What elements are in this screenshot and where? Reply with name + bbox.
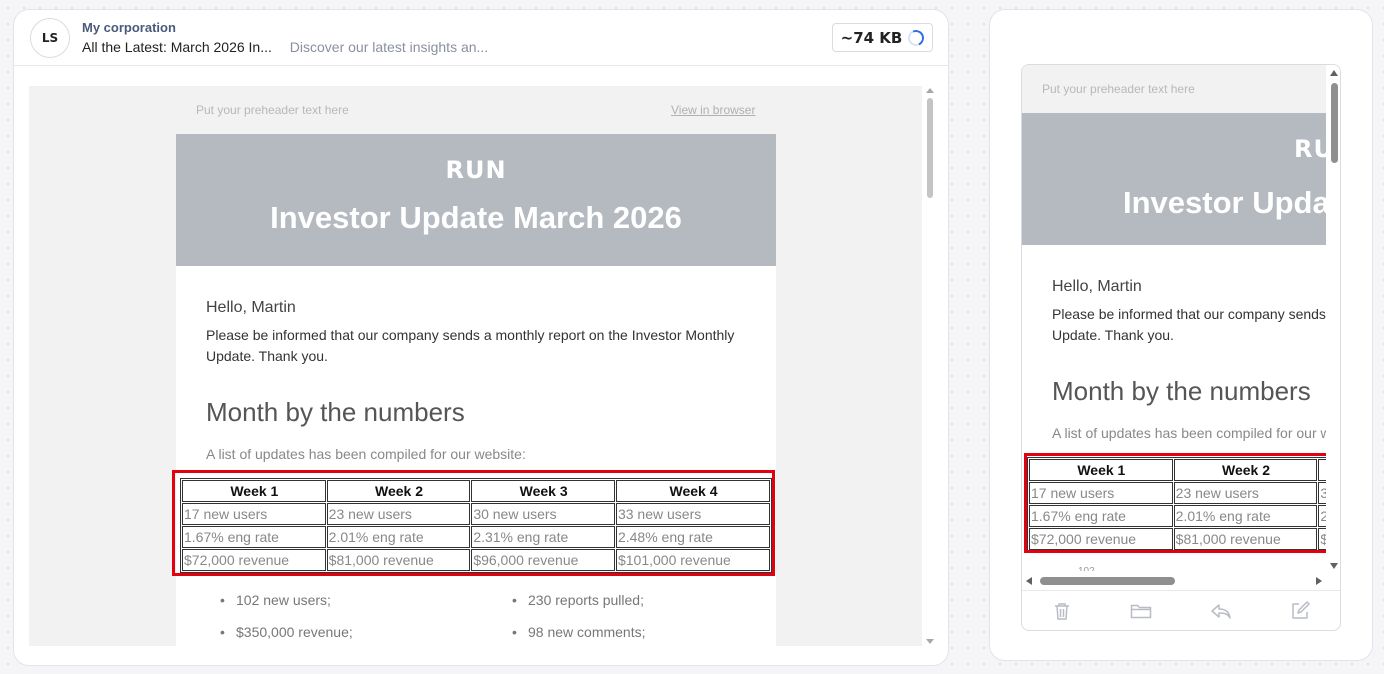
greeting: Hello, Martin	[206, 299, 296, 316]
mobile-greeting: Hello, Martin	[1052, 278, 1142, 295]
sender-name: My corporation	[82, 20, 176, 35]
subject-line: All the Latest: March 2026 In... Discove…	[82, 39, 488, 55]
preview-text: Discover our latest insights an...	[289, 39, 489, 55]
message-header: LS My corporation All the Latest: March …	[14, 10, 948, 66]
mobile-table-highlight-box	[1024, 453, 1326, 553]
mobile-mail-toolbar	[1022, 590, 1340, 630]
scroll-down-icon[interactable]	[926, 639, 934, 644]
intro-paragraph: Please be informed that our company send…	[206, 327, 735, 364]
scroll-thumb[interactable]	[1040, 577, 1175, 585]
size-badge[interactable]: ~74 KB	[832, 23, 933, 52]
preheader-text: Put your preheader text here	[196, 103, 349, 117]
subject-text: All the Latest: March 2026 In...	[82, 39, 272, 55]
list-item: 102 new users;	[206, 592, 486, 624]
size-value: ~74 KB	[840, 28, 903, 47]
mobile-email-viewport[interactable]: Put your preheader text here RU Investor…	[1022, 65, 1326, 571]
bullet-list-right: 230 reports pulled; 98 new comments;	[498, 592, 758, 646]
view-in-browser-link[interactable]: View in browser	[671, 103, 755, 117]
scroll-right-icon[interactable]	[1316, 577, 1322, 585]
mobile-intro-paragraph: Please be informed that our company send…	[1052, 304, 1326, 346]
avatar: LS	[30, 18, 70, 58]
bullet-list-left: 102 new users; $350,000 revenue;	[206, 592, 486, 646]
reply-icon	[1211, 604, 1231, 619]
move-to-folder-button[interactable]	[1126, 596, 1156, 626]
mobile-cut-off-text: 102	[1078, 567, 1095, 572]
compose-icon	[1292, 601, 1310, 619]
list-intro: A list of updates has been compiled for …	[206, 446, 526, 462]
reply-button[interactable]	[1206, 596, 1236, 626]
scroll-thumb[interactable]	[1331, 83, 1338, 163]
mobile-intro-line-2: Update. Thank you.	[1052, 327, 1174, 343]
mobile-section-title: Month by the numbers	[1052, 376, 1311, 406]
mobile-email-title: Investor Upda	[1123, 185, 1326, 220]
section-title: Month by the numbers	[206, 397, 465, 427]
delete-button[interactable]	[1047, 596, 1077, 626]
desktop-vertical-scrollbar[interactable]	[925, 86, 935, 646]
desktop-email-viewport[interactable]: Put your preheader text here View in bro…	[29, 86, 922, 646]
scroll-up-icon[interactable]	[1330, 70, 1338, 76]
compose-button[interactable]	[1285, 596, 1315, 626]
loading-spinner-icon	[906, 27, 927, 48]
scroll-up-icon[interactable]	[926, 88, 934, 93]
list-item: $350,000 revenue;	[206, 624, 486, 646]
mobile-list-intro: A list of updates has been compiled for …	[1052, 425, 1326, 441]
brand-logo: RUN	[445, 156, 507, 184]
mobile-vertical-scrollbar[interactable]	[1326, 65, 1340, 571]
mobile-brand-logo: RU	[1294, 135, 1326, 163]
scroll-down-icon[interactable]	[1330, 563, 1338, 569]
trash-icon	[1054, 603, 1069, 620]
desktop-preview-card: LS My corporation All the Latest: March …	[13, 9, 949, 666]
mobile-horizontal-scrollbar[interactable]	[1022, 573, 1326, 589]
mobile-intro-line-1: Please be informed that our company send…	[1052, 306, 1326, 322]
email-banner: RUN Investor Update March 2026	[176, 134, 776, 266]
list-item: 98 new comments;	[498, 624, 758, 646]
scroll-left-icon[interactable]	[1026, 577, 1032, 585]
mobile-preheader-text: Put your preheader text here	[1042, 82, 1195, 96]
mobile-email-frame: Put your preheader text here RU Investor…	[1021, 64, 1341, 631]
table-highlight-box	[172, 470, 775, 576]
email-title: Investor Update March 2026	[270, 200, 682, 235]
list-item: 230 reports pulled;	[498, 592, 758, 624]
mobile-email-banner: RU Investor Upda	[1022, 113, 1326, 245]
scroll-thumb[interactable]	[927, 98, 933, 198]
folder-icon	[1131, 604, 1152, 619]
